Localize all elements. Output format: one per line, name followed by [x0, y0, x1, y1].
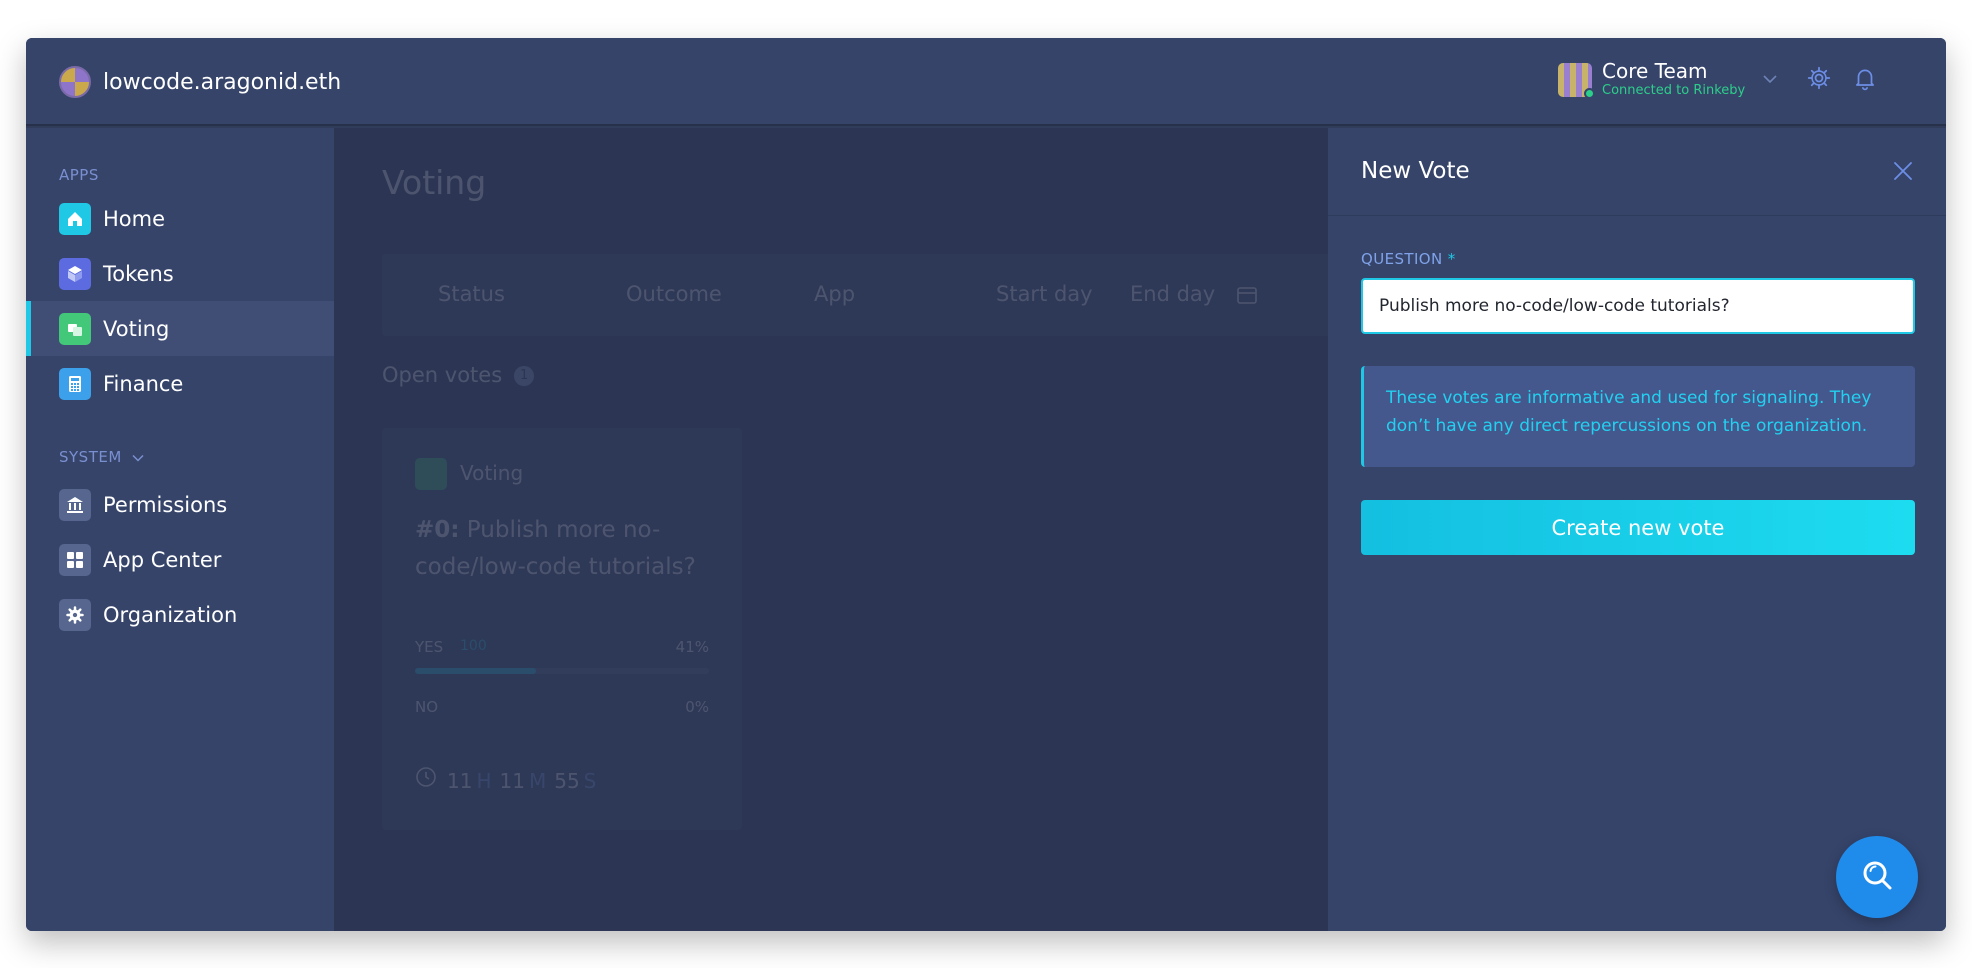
apps-heading: APPS	[59, 166, 99, 184]
panel-header: New Vote	[1328, 128, 1946, 216]
app-center-icon	[59, 543, 91, 576]
outcome-filter[interactable]: Outcome	[626, 282, 722, 306]
open-votes-heading: Open votes 1	[382, 363, 535, 387]
org-avatar	[59, 66, 91, 98]
account-name: Core Team	[1602, 59, 1708, 83]
vote-app-label: Voting	[460, 461, 524, 485]
yes-progress-fill	[415, 668, 536, 674]
sidebar-item-organization[interactable]: Organization	[26, 587, 334, 642]
yes-percent: 41%	[675, 638, 709, 656]
timer-seconds: 55	[554, 769, 580, 793]
sidebar-item-voting[interactable]: Voting	[26, 301, 334, 356]
sidebar-item-label: Organization	[103, 602, 238, 627]
sidebar-item-label: Home	[103, 206, 166, 231]
top-bar: lowcode.aragonid.eth Core Team Connected…	[26, 38, 1946, 126]
main-content: Voting Status Outcome App Start day End …	[334, 128, 1328, 931]
system-section-toggle[interactable]: SYSTEM	[59, 448, 144, 466]
app-filter[interactable]: App	[814, 282, 855, 306]
calendar-icon[interactable]	[1236, 284, 1258, 310]
timer-seconds-unit: S	[583, 769, 597, 793]
yes-progress-track	[415, 668, 709, 674]
voting-icon	[415, 458, 447, 490]
vote-timer: 11 H 11 M 55 S	[415, 766, 596, 793]
account-menu[interactable]: Core Team Connected to Rinkeby	[1558, 60, 1777, 99]
settings-gear-icon[interactable]	[1806, 65, 1832, 91]
sidebar-item-label: Voting	[103, 316, 170, 341]
sidebar-item-finance[interactable]: Finance	[26, 356, 334, 411]
end-day-filter[interactable]: End day	[1130, 282, 1215, 306]
account-avatar	[1558, 62, 1595, 99]
permissions-icon	[59, 488, 91, 521]
timer-minutes-unit: M	[528, 769, 547, 793]
page-title: Voting	[382, 163, 487, 202]
organization-icon	[59, 598, 91, 631]
chevron-down-icon	[1763, 72, 1777, 88]
no-percent: 0%	[685, 698, 709, 716]
required-mark: *	[1447, 250, 1456, 268]
question-label-text: QUESTION	[1361, 250, 1443, 268]
sidebar-item-label: Tokens	[103, 261, 174, 286]
vote-question: #0: Publish more no-code/low-code tutori…	[415, 512, 715, 586]
yes-amount: 100	[460, 638, 487, 654]
timer-hours: 11	[447, 769, 473, 793]
tokens-icon	[59, 257, 91, 290]
connection-status-dot	[1584, 87, 1595, 99]
sidebar-item-label: Finance	[103, 371, 184, 396]
panel-title: New Vote	[1361, 158, 1470, 184]
org-switcher[interactable]: lowcode.aragonid.eth	[59, 66, 341, 98]
open-votes-count: 1	[514, 366, 535, 386]
sidebar: APPS Home Tokens Voting Finance SYSTEM P…	[26, 128, 334, 931]
no-label: NO	[415, 698, 439, 716]
sidebar-item-tokens[interactable]: Tokens	[26, 246, 334, 301]
sidebar-item-label: App Center	[103, 547, 222, 572]
network-status: Connected to Rinkeby	[1602, 83, 1746, 98]
yes-label: YES	[415, 638, 444, 656]
timer-minutes: 11	[499, 769, 525, 793]
start-day-filter[interactable]: Start day	[996, 282, 1093, 306]
home-icon	[59, 202, 91, 235]
open-votes-label: Open votes	[382, 363, 503, 387]
new-vote-panel: New Vote QUESTION * These votes are info…	[1328, 128, 1946, 931]
voting-icon	[59, 312, 91, 345]
system-heading: SYSTEM	[59, 448, 122, 466]
sidebar-item-home[interactable]: Home	[26, 191, 334, 246]
status-filter[interactable]: Status	[438, 282, 505, 306]
question-input[interactable]	[1361, 278, 1915, 334]
sidebar-item-app-center[interactable]: App Center	[26, 532, 334, 587]
help-button[interactable]	[1836, 836, 1918, 918]
sidebar-item-label: Permissions	[103, 492, 228, 517]
chevron-down-icon	[132, 448, 144, 466]
create-vote-button[interactable]: Create new vote	[1361, 500, 1915, 555]
sidebar-item-permissions[interactable]: Permissions	[26, 477, 334, 532]
close-icon[interactable]	[1890, 158, 1916, 184]
vote-number: #0:	[415, 517, 460, 543]
clock-icon	[415, 766, 437, 793]
vote-card[interactable]: Voting #0: Publish more no-code/low-code…	[382, 428, 742, 830]
notifications-bell-icon[interactable]	[1852, 65, 1878, 91]
org-name: lowcode.aragonid.eth	[103, 69, 342, 95]
app-window: lowcode.aragonid.eth Core Team Connected…	[26, 38, 1946, 931]
filter-bar: Status Outcome App Start day End day	[382, 254, 1328, 336]
timer-hours-unit: H	[476, 769, 492, 793]
finance-icon	[59, 367, 91, 400]
info-message: These votes are informative and used for…	[1361, 366, 1915, 467]
help-search-icon	[1859, 857, 1895, 897]
question-label: QUESTION *	[1361, 250, 1456, 268]
